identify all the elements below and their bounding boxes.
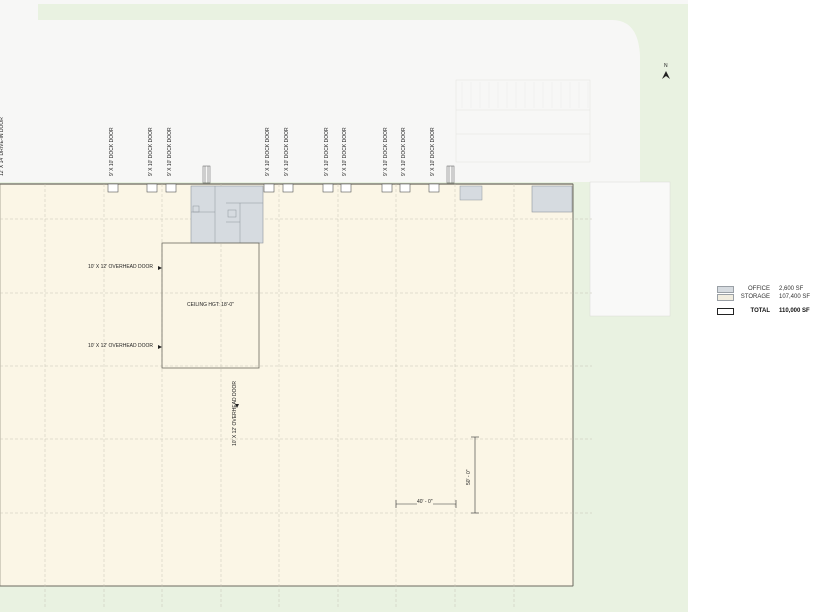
area-legend: OFFICE 2,600 SF STORAGE 107,400 SF TOTAL… (716, 286, 816, 320)
site-plan: N 10' X 12' OVERHEAD DOOR 10' X 12' OVER… (0, 0, 816, 612)
dock-door-opening (381, 183, 393, 193)
legend-value: 2,600 SF (779, 286, 804, 292)
overhead-door-label-2: 10' X 12' OVERHEAD DOOR (88, 343, 153, 349)
dock-door-label: 9' X 10' DOCK DOOR (383, 127, 389, 176)
storage-swatch (717, 294, 734, 301)
east-parking (589, 181, 671, 317)
warehouse-floor (0, 183, 574, 587)
dock-door-opening (428, 183, 440, 193)
dock-door-label: 9' X 10' DOCK DOOR (148, 127, 154, 176)
total-swatch (717, 308, 734, 315)
dock-door-label: 9' X 10' DOCK DOOR (265, 127, 271, 176)
dock-door-opening (107, 183, 119, 193)
legend-value: 107,400 SF (779, 294, 811, 300)
legend-name: STORAGE (740, 294, 770, 300)
legend-total-name: TOTAL (750, 308, 770, 314)
dock-door-label: 9' X 10' DOCK DOOR (430, 127, 436, 176)
office-main (190, 185, 264, 244)
legend-row-storage: STORAGE 107,400 SF (716, 294, 816, 301)
ceiling-height-label: CEILING HGT: 18'-0" (187, 302, 234, 308)
north-arrow: N (661, 63, 671, 80)
floor-plan-drawing (0, 0, 688, 612)
office-small (459, 185, 483, 201)
legend-total-value: 110,000 SF (779, 308, 810, 314)
dock-door-label: 9' X 10' DOCK DOOR (167, 127, 173, 176)
legend-name: OFFICE (748, 286, 770, 292)
dock-door-label: 9' X 10' DOCK DOOR (401, 127, 407, 176)
dock-door-opening (322, 183, 334, 193)
dock-door-opening (340, 183, 352, 193)
dock-door-label: 9' X 10' DOCK DOOR (284, 127, 290, 176)
north-label: N (664, 63, 668, 69)
dock-door-label: 9' X 10' DOCK DOOR (342, 127, 348, 176)
dock-door-opening (399, 183, 411, 193)
office-swatch (717, 286, 734, 293)
legend-row-total: TOTAL 110,000 SF (716, 308, 816, 315)
south-strip (0, 590, 688, 612)
dock-door-opening (165, 183, 177, 193)
dock-door-opening (146, 183, 158, 193)
legend-row-office: OFFICE 2,600 SF (716, 286, 816, 293)
dock-door-opening (282, 183, 294, 193)
dock-door-label: 9' X 10' DOCK DOOR (324, 127, 330, 176)
office-east (531, 185, 573, 213)
dimension-vertical-label: 50' - 0" (466, 469, 472, 485)
dock-door-label: 9' X 10' DOCK DOOR (109, 127, 115, 176)
drive-in-door-label: 12' X 14' DRIVE-IN DOOR (0, 117, 5, 176)
overhead-door-label-3: 10' X 12' OVERHEAD DOOR (232, 381, 238, 446)
dimension-horizontal-label: 40' - 0" (417, 499, 433, 505)
overhead-door-label-1: 10' X 12' OVERHEAD DOOR (88, 264, 153, 270)
dock-door-opening (263, 183, 275, 193)
